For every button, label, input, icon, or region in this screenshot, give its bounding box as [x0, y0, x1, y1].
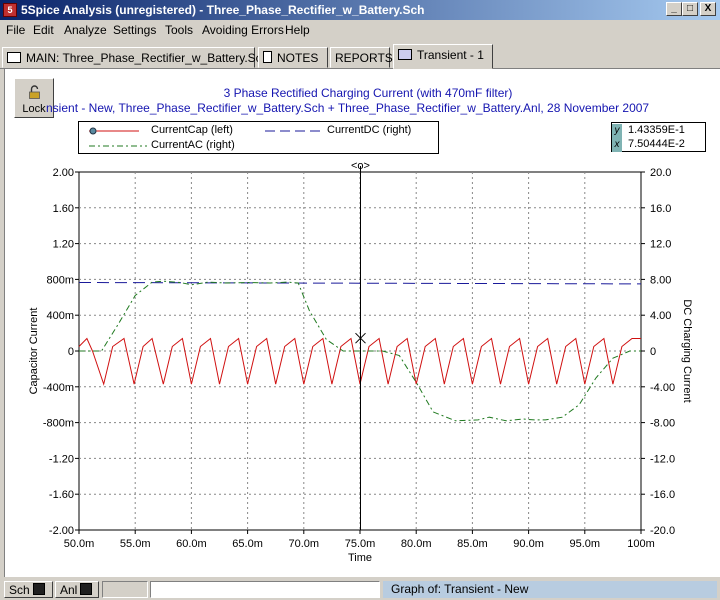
maximize-button[interactable]: □: [682, 2, 698, 16]
y-right-tick-label: -4.00: [650, 382, 675, 394]
menu-help[interactable]: Help: [285, 23, 310, 37]
notepad-icon: [263, 51, 272, 63]
x-tick-label: 65.0m: [232, 538, 263, 550]
tab-reports[interactable]: REPORTS: [330, 47, 393, 68]
tab-bar: MAIN: Three_Phase_Rectifier_w_Battery.Sc…: [0, 43, 720, 69]
legend-label-currentac: CurrentAC (right): [151, 139, 235, 151]
menu-settings[interactable]: Settings: [113, 23, 156, 37]
y-left-tick-label: 400m: [46, 310, 74, 322]
x-tick-label: 55.0m: [120, 538, 151, 550]
status-field-1: [102, 581, 148, 598]
chart-subtitle: nsient - New, Three_Phase_Rectifier_w_Ba…: [46, 101, 650, 115]
y-left-tick-label: 2.00: [53, 167, 74, 179]
y-left-tick-label: -2.00: [49, 525, 74, 537]
y-right-tick-label: 16.0: [650, 203, 671, 215]
x-tick-label: 85.0m: [457, 538, 488, 550]
app-icon: 5: [3, 3, 17, 17]
readout-y-label: y: [612, 124, 622, 138]
y-left-tick-label: -400m: [43, 382, 74, 394]
chart-title: 3 Phase Rectified Charging Current (with…: [223, 86, 513, 100]
graph-of-status: Graph of: Transient - New: [383, 581, 717, 598]
y-right-tick-label: 8.00: [650, 274, 671, 286]
status-bar: Sch Anl Graph of: Transient - New: [0, 578, 720, 600]
cursor-readout: y 1.43359E-1 x 7.50444E-2: [611, 122, 706, 152]
y-left-tick-label: -1.60: [49, 489, 74, 501]
close-button[interactable]: X: [700, 2, 716, 16]
y-left-tick-label: -1.20: [49, 453, 74, 465]
menu-edit[interactable]: Edit: [33, 23, 54, 37]
y-right-tick-label: 20.0: [650, 167, 671, 179]
y-left-tick-label: 1.60: [53, 203, 74, 215]
window-title: 5Spice Analysis (unregistered) - Three_P…: [21, 3, 425, 17]
x-tick-label: 50.0m: [64, 538, 95, 550]
tab-transient-label: Transient - 1: [417, 48, 484, 62]
graph-icon: [398, 49, 412, 60]
y-left-axis-label: Capacitor Current: [28, 308, 40, 395]
x-tick-label: 75.0m: [345, 538, 376, 550]
legend: CurrentCap (left) CurrentDC (right) Curr…: [78, 121, 439, 154]
legend-label-currentcap: CurrentCap (left): [151, 124, 233, 136]
lock-label: Lock: [22, 103, 46, 115]
y-right-tick-label: 12.0: [650, 239, 671, 251]
y-left-tick-label: -800m: [43, 418, 74, 430]
y-left-tick-label: 1.20: [53, 239, 74, 251]
title-bar: 5 5Spice Analysis (unregistered) - Three…: [0, 0, 720, 20]
readout-y-value: 1.43359E-1: [628, 124, 685, 136]
legend-label-currentdc: CurrentDC (right): [327, 124, 412, 136]
tab-reports-label: REPORTS: [335, 51, 393, 65]
menu-avoiding-errors[interactable]: Avoiding Errors: [202, 23, 284, 37]
y-right-tick-label: -12.0: [650, 453, 675, 465]
y-right-tick-label: -16.0: [650, 489, 675, 501]
x-tick-label: 100m: [627, 538, 655, 550]
readout-x-value: 7.50444E-2: [628, 138, 685, 150]
y-right-tick-label: 0: [650, 346, 656, 358]
y-left-tick-label: 800m: [46, 274, 74, 286]
y-right-tick-label: 4.00: [650, 310, 671, 322]
anl-label: Anl: [60, 583, 78, 597]
legend-marker-currentcap: [89, 127, 97, 135]
x-tick-label: 80.0m: [401, 538, 432, 550]
save-disk-icon: [32, 583, 45, 595]
lock-icon: [29, 85, 40, 99]
x-tick-label: 95.0m: [570, 538, 601, 550]
x-tick-label: 70.0m: [289, 538, 320, 550]
save-disk-icon: [80, 583, 93, 595]
tab-notes-label: NOTES: [277, 51, 319, 65]
sch-label: Sch: [9, 583, 30, 597]
sch-button[interactable]: Sch: [4, 581, 53, 598]
tab-main[interactable]: MAIN: Three_Phase_Rectifier_w_Battery.Sc…: [2, 47, 268, 68]
x-tick-label: 90.0m: [513, 538, 544, 550]
readout-x-label: x: [612, 138, 622, 152]
y-right-axis-label: DC Charging Current: [681, 299, 693, 402]
x-tick-label: 60.0m: [176, 538, 207, 550]
menu-analyze[interactable]: Analyze: [64, 23, 107, 37]
status-field-2: [150, 581, 380, 598]
schematic-icon: [7, 52, 21, 63]
tab-transient-1[interactable]: Transient - 1: [393, 44, 493, 69]
anl-button[interactable]: Anl: [55, 581, 99, 598]
menu-file[interactable]: File: [6, 23, 25, 37]
menu-tools[interactable]: Tools: [165, 23, 193, 37]
minimize-button[interactable]: _: [666, 2, 682, 16]
tab-notes[interactable]: NOTES: [258, 47, 328, 68]
menu-bar: File Edit Analyze Settings Tools Avoidin…: [0, 20, 720, 39]
y-right-tick-label: -20.0: [650, 525, 675, 537]
y-left-tick-label: 0: [68, 346, 74, 358]
tab-main-label: MAIN: Three_Phase_Rectifier_w_Battery.Sc…: [26, 51, 269, 65]
cursor-handle: <o>: [351, 160, 370, 172]
y-right-tick-label: -8.00: [650, 418, 675, 430]
x-axis-label: Time: [348, 552, 372, 564]
